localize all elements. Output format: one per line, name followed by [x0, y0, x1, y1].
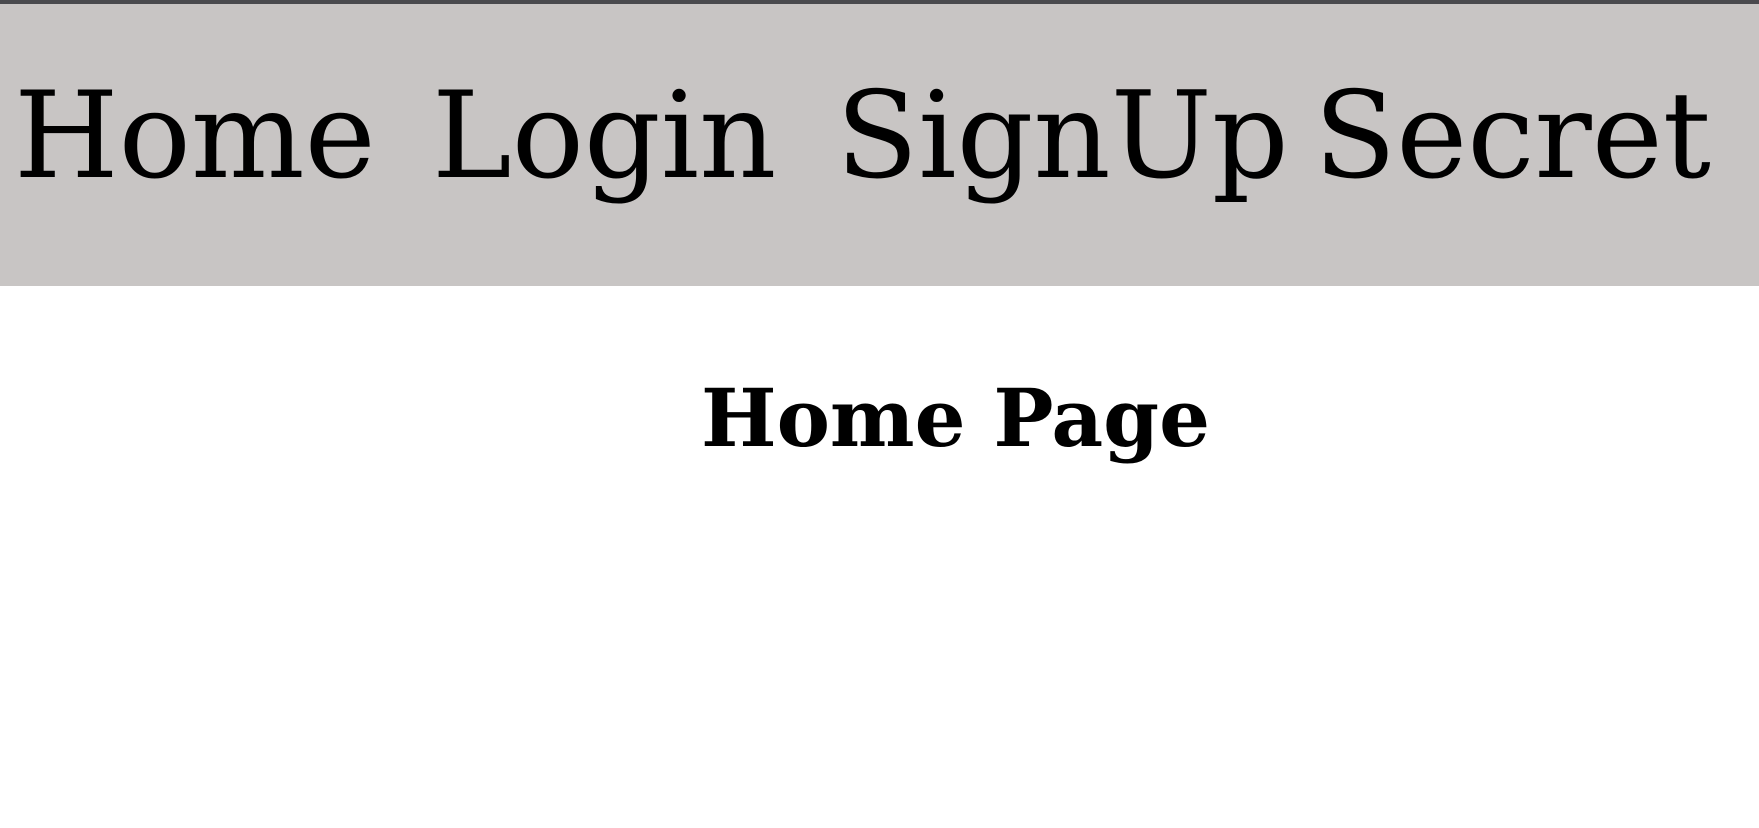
nav-link-signup[interactable]: SignUp: [836, 77, 1289, 197]
page-title: Home Page: [700, 371, 1211, 465]
nav-link-home[interactable]: Home: [14, 77, 376, 197]
nav-link-login[interactable]: Login: [432, 77, 776, 197]
nav-link-secret[interactable]: Secret: [1314, 77, 1711, 197]
navbar: Home Login SignUp Secret: [0, 4, 1759, 286]
